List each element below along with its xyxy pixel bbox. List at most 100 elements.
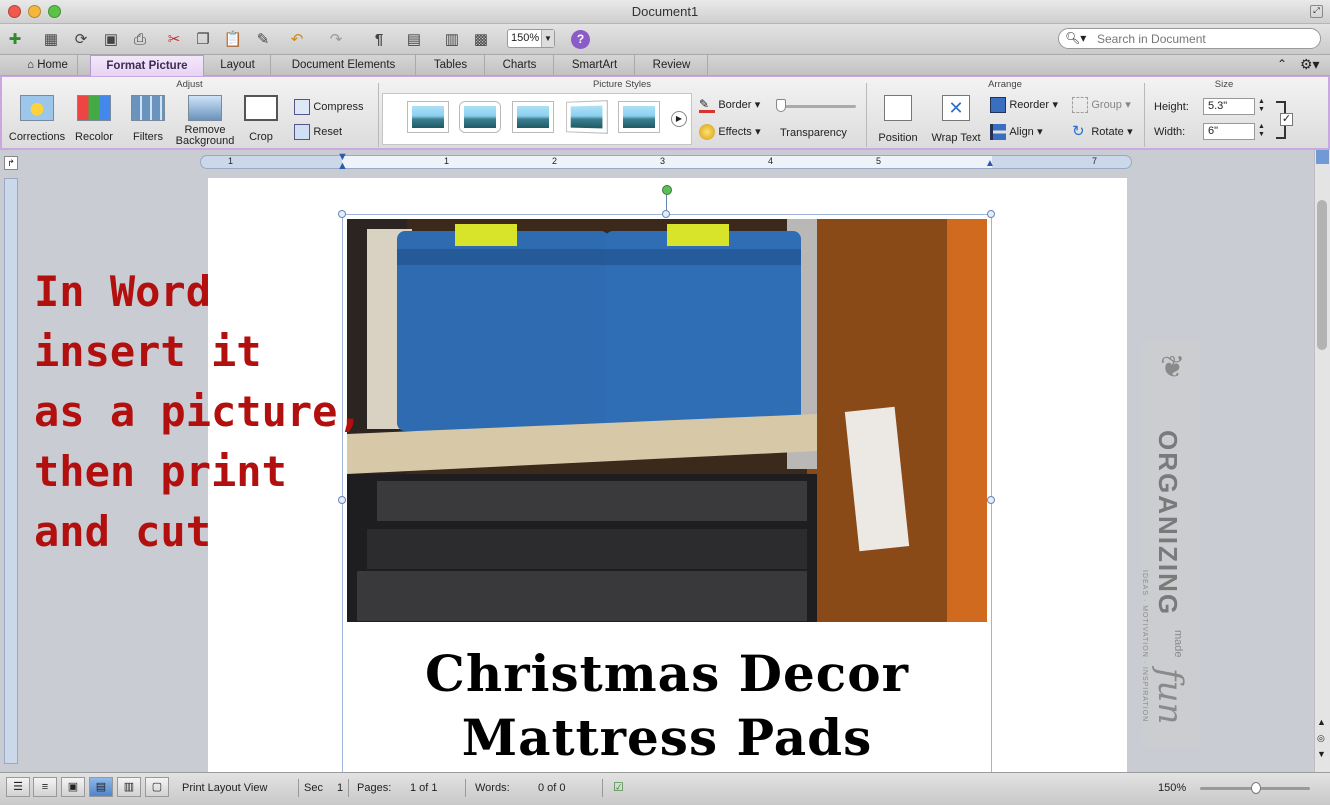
zoom-slider-thumb[interactable] — [1251, 782, 1261, 794]
height-input[interactable]: 5.3" — [1203, 98, 1255, 115]
closet-photo[interactable] — [347, 219, 987, 622]
tab-stop-selector[interactable]: ↱ — [4, 156, 18, 170]
publishing-view-button[interactable]: ▣ — [61, 777, 85, 797]
collapse-ribbon-icon[interactable]: ⌃ — [1277, 57, 1287, 71]
right-indent-marker[interactable]: ▲ — [985, 158, 995, 169]
status-zoom-value: 150% — [1158, 782, 1187, 794]
ruler-label: 7 — [1092, 156, 1098, 166]
paste-icon[interactable]: 📋 — [222, 28, 244, 50]
recolor-button[interactable]: Recolor — [72, 95, 116, 143]
fullscreen-icon[interactable]: ⤢ — [1310, 5, 1323, 18]
tab-home[interactable]: ⌂ Home — [18, 55, 78, 76]
tab-label: Format Picture — [106, 60, 188, 72]
resize-handle[interactable] — [987, 496, 995, 504]
tab-charts[interactable]: Charts — [486, 55, 554, 76]
reset-icon — [294, 124, 310, 140]
reset-button[interactable]: Reset — [294, 124, 342, 140]
draft-view-button[interactable]: ☰ — [6, 777, 30, 797]
vertical-scrollbar[interactable]: ▲ ◎ ▼ — [1314, 150, 1330, 772]
tab-smartart[interactable]: SmartArt — [555, 55, 635, 76]
outline-view-button[interactable]: ≡ — [33, 777, 57, 797]
border-button[interactable]: ✎ Border ▾ — [699, 97, 760, 113]
crop-button[interactable]: Crop — [238, 95, 284, 143]
scroll-down-icon[interactable]: ▼ — [1317, 749, 1326, 759]
copy-icon[interactable]: ❐ — [192, 28, 214, 50]
zoom-select[interactable]: 150% ▼ — [507, 29, 555, 48]
toolbox-icon[interactable]: ▩ — [470, 28, 492, 50]
ruler-label: 3 — [660, 156, 666, 166]
resize-handle[interactable] — [987, 210, 995, 218]
resize-handle[interactable] — [662, 210, 670, 218]
tab-document-elements[interactable]: Document Elements — [272, 55, 416, 76]
cut-icon[interactable]: ✂ — [163, 28, 185, 50]
position-button[interactable]: Position — [874, 95, 922, 144]
gear-icon[interactable]: ⚙︎▾ — [1300, 56, 1320, 73]
tab-format-picture[interactable]: Format Picture — [90, 55, 204, 76]
remove-background-button[interactable]: Remove Background — [174, 95, 236, 147]
save-icon[interactable]: ▣ — [100, 28, 122, 50]
help-icon[interactable]: ? — [571, 30, 590, 49]
print-icon[interactable]: ⎙ — [129, 28, 151, 50]
reorder-button[interactable]: Reorder ▾ — [990, 97, 1058, 113]
group-button[interactable]: Group ▾ — [1072, 97, 1131, 113]
notebook-view-button[interactable]: ▥ — [117, 777, 141, 797]
effects-button[interactable]: Effects ▾ — [699, 124, 761, 140]
filters-button[interactable]: Filters — [126, 95, 170, 143]
slider-thumb[interactable] — [776, 99, 786, 112]
align-button[interactable]: Align ▾ — [990, 124, 1043, 140]
open-icon[interactable]: ⟳ — [70, 28, 92, 50]
search-field[interactable]: 🔍︎▾ Search in Document — [1058, 28, 1321, 49]
format-painter-icon[interactable]: ✎ — [252, 28, 274, 50]
watermark-fun: fun — [1150, 668, 1190, 725]
picture-style-thumb[interactable] — [407, 101, 449, 133]
width-input[interactable]: 6" — [1203, 123, 1255, 140]
transparency-slider[interactable] — [776, 99, 856, 112]
crop-label: Crop — [249, 131, 273, 143]
scroll-up-icon[interactable]: ▲ — [1317, 717, 1326, 727]
chevron-down-icon: ▼ — [541, 30, 554, 47]
redo-icon[interactable]: ↷ — [325, 28, 347, 50]
undo-icon[interactable]: ↶ — [286, 28, 308, 50]
tab-tables[interactable]: Tables — [417, 55, 485, 76]
overlay-line: In Word — [34, 267, 212, 316]
gallery-icon[interactable]: ▦ — [40, 28, 62, 50]
tab-review[interactable]: Review — [636, 55, 708, 76]
rotate-button[interactable]: ↻ Rotate ▾ — [1072, 124, 1133, 140]
sidebar-icon[interactable]: ▥ — [441, 28, 463, 50]
ribbon: Adjust Picture Styles Arrange Size Corre… — [0, 76, 1330, 150]
chevron-down-icon: ▾ — [1052, 99, 1058, 112]
effects-icon — [699, 124, 715, 140]
publishing-view-icon: ▣ — [67, 781, 79, 793]
lock-aspect-checkbox[interactable]: ✓ — [1280, 113, 1293, 126]
show-formatting-icon[interactable]: ¶ — [368, 28, 390, 50]
watermark-brand: ORGANIZING — [1153, 430, 1183, 617]
tab-label: Home — [37, 59, 68, 71]
spelling-check-icon[interactable]: ☑ — [613, 780, 624, 794]
resize-handle[interactable] — [338, 210, 346, 218]
corrections-button[interactable]: Corrections — [8, 95, 66, 143]
browse-object-icon[interactable]: ◎ — [1317, 733, 1325, 744]
scroll-thumb[interactable] — [1317, 200, 1327, 350]
picture-style-thumb[interactable] — [618, 101, 660, 133]
wrap-text-button[interactable]: ✕ Wrap Text — [928, 95, 984, 144]
width-stepper[interactable]: ▲ ▼ — [1258, 123, 1265, 139]
picture-style-thumb[interactable] — [566, 100, 608, 134]
caption-line-1: Christmas Decor — [425, 644, 909, 703]
indent-marker[interactable]: ▼ ▲ — [337, 152, 348, 172]
compress-button[interactable]: Compress — [294, 99, 363, 115]
new-document-icon[interactable]: ✚ — [4, 28, 26, 50]
vertical-ruler[interactable] — [4, 178, 18, 764]
zoom-slider[interactable] — [1200, 782, 1310, 794]
print-layout-view-button[interactable]: ▤ — [89, 777, 113, 797]
rotate-handle[interactable] — [662, 185, 672, 195]
focus-view-button[interactable]: ▢ — [145, 777, 169, 797]
split-handle[interactable] — [1316, 150, 1329, 164]
sec-label: Sec — [304, 782, 323, 794]
height-stepper[interactable]: ▲ ▼ — [1258, 98, 1265, 114]
view-icon[interactable]: ▤ — [403, 28, 425, 50]
gallery-next-icon[interactable]: ▶ — [671, 111, 687, 127]
picture-style-thumb[interactable] — [512, 101, 554, 133]
tab-layout[interactable]: Layout — [205, 55, 271, 76]
tab-label: Tables — [433, 59, 468, 71]
picture-style-thumb[interactable] — [459, 101, 501, 133]
